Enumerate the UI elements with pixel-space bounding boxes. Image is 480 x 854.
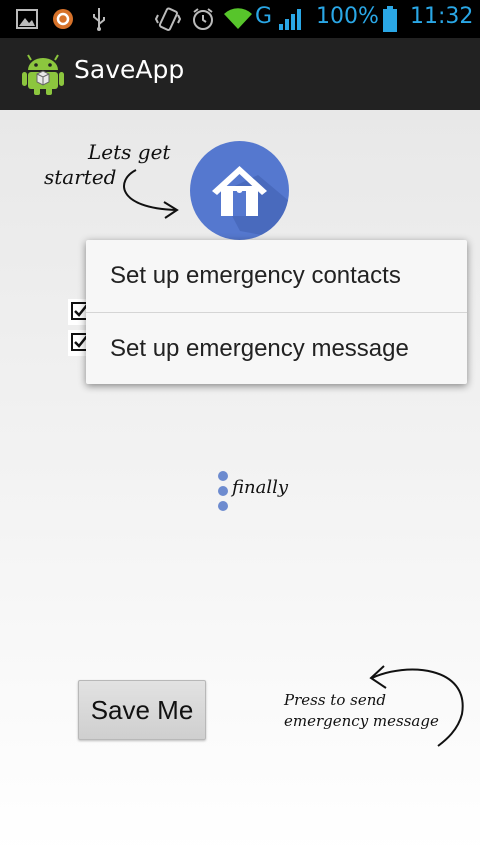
dot: [218, 501, 228, 511]
android-icon: [22, 52, 64, 96]
network-type: G: [255, 4, 273, 29]
hint-start-line1: Lets get: [88, 140, 171, 164]
wifi-icon: [222, 0, 254, 38]
alarm-icon: [190, 0, 216, 38]
hint-send-line1: Press to send: [284, 691, 386, 709]
gallery-icon: [14, 0, 40, 38]
usb-icon: [88, 0, 110, 38]
action-bar: SaveApp: [0, 38, 480, 110]
dot: [218, 471, 228, 481]
battery-percent: 100%: [316, 4, 379, 29]
status-bar: G 100% 11:32: [0, 0, 480, 38]
vibrate-icon: [154, 0, 182, 38]
curved-arrow-start: [123, 169, 179, 219]
sync-icon: [50, 0, 76, 38]
hint-finally: finally: [232, 477, 289, 498]
menu-item-emergency-message[interactable]: Set up emergency message: [86, 313, 467, 385]
home-button[interactable]: [190, 141, 289, 240]
hint-send-line2: emergency message: [284, 712, 439, 730]
menu-item-emergency-contacts[interactable]: Set up emergency contacts: [86, 240, 467, 312]
save-me-button[interactable]: Save Me: [78, 680, 206, 740]
signal-icon: [276, 0, 304, 38]
home-icon: [212, 166, 289, 240]
app-title: SaveApp: [74, 55, 185, 84]
popup-menu: Set up emergency contacts Set up emergen…: [86, 240, 467, 384]
dot: [218, 486, 228, 496]
battery-icon: [380, 0, 400, 38]
hint-start-line2: started: [44, 165, 117, 189]
clock: 11:32: [410, 4, 474, 29]
overflow-dots-icon[interactable]: [218, 470, 230, 514]
